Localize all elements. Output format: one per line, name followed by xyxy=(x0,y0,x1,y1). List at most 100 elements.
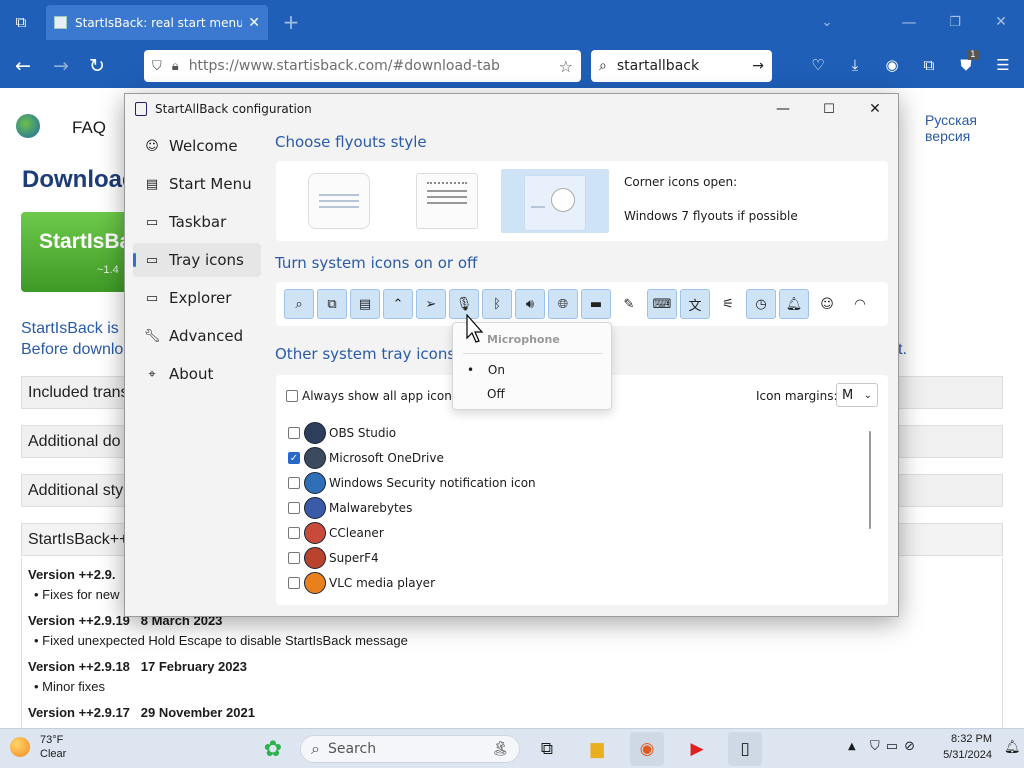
search-bar[interactable]: ⌕ startallback → xyxy=(591,50,772,82)
icon-margins-select[interactable]: M ⌄ xyxy=(836,383,878,407)
search-toggle-icon[interactable]: ⌕ xyxy=(284,289,314,319)
sidebar-item-about[interactable]: ⌖ About xyxy=(133,357,261,391)
extensions-icon[interactable]: ⧉ xyxy=(917,56,941,74)
sidebar-item-taskbar[interactable]: ▭ Taskbar xyxy=(133,205,261,239)
volume-toggle-icon[interactable]: 🔊︎ xyxy=(515,289,545,319)
file-explorer-icon[interactable]: ▆ xyxy=(580,732,614,766)
battery-toggle-icon[interactable]: ▬ xyxy=(581,289,611,319)
widgets-toggle-icon[interactable]: ▤ xyxy=(350,289,380,319)
list-item[interactable]: SuperF4 xyxy=(288,545,848,570)
location-toggle-icon[interactable]: ➢ xyxy=(416,289,446,319)
tab-overview-icon[interactable]: ⧉ xyxy=(6,7,36,37)
startallback-taskbar-icon[interactable]: ▯ xyxy=(728,732,762,766)
dialog-title-bar[interactable]: StartAllBack configuration — ☐ ✕ xyxy=(125,94,898,124)
bookmark-star-icon[interactable]: ☆ xyxy=(559,57,573,76)
start-button-icon[interactable]: ✿ xyxy=(256,732,290,766)
list-tabs-icon[interactable]: ⌄ xyxy=(812,7,842,37)
clock-date[interactable]: 5/31/2024 xyxy=(940,749,992,761)
minimize-icon[interactable]: — xyxy=(760,94,806,124)
flyout-style-win11[interactable] xyxy=(308,173,370,229)
always-show-checkbox[interactable] xyxy=(286,390,298,402)
list-item[interactable]: CCleaner xyxy=(288,520,848,545)
weather-moon-icon[interactable] xyxy=(10,737,30,757)
youtube-icon[interactable]: ▶ xyxy=(680,732,714,766)
sidebar-item-start-menu[interactable]: ▤ Start Menu xyxy=(133,167,261,201)
search-highlight-icon: 🏝︎ xyxy=(491,741,509,757)
url-bar[interactable]: ⛉ 🔒︎ https://www.startisback.com/#downlo… xyxy=(144,50,581,82)
back-icon[interactable]: ← xyxy=(8,51,38,81)
pen-toggle-icon[interactable]: ✎ xyxy=(614,289,644,319)
search-query[interactable]: startallback xyxy=(617,58,752,74)
flyout-style-win7-selected[interactable] xyxy=(501,169,609,233)
firefox-icon[interactable]: ◉ xyxy=(630,732,664,766)
browser-tab-active[interactable]: StartIsBack: real start menu for ✕ xyxy=(46,5,268,40)
flyout-style-win10[interactable] xyxy=(416,173,478,229)
security-tray-icon[interactable]: ⛉ xyxy=(870,739,880,754)
account-icon[interactable]: ◉ xyxy=(880,56,904,74)
lock-icon[interactable]: 🔒︎ xyxy=(172,59,179,74)
lang-link[interactable]: Русская версия xyxy=(925,112,1024,144)
reload-icon[interactable]: ↻ xyxy=(82,51,112,81)
app-checkbox[interactable] xyxy=(288,426,300,439)
new-tab-icon[interactable]: + xyxy=(276,7,306,37)
app-checkbox[interactable] xyxy=(288,551,300,564)
download-button[interactable]: StartIsBack ~1.4 xyxy=(21,212,155,292)
scrollbar-thumb[interactable] xyxy=(869,431,871,529)
close-browser-icon[interactable]: ✕ xyxy=(986,7,1016,37)
maximize-browser-icon[interactable]: ❐ xyxy=(940,7,970,37)
list-item[interactable]: Malwarebytes xyxy=(288,495,848,520)
language-toggle-icon[interactable]: 文 xyxy=(680,289,710,319)
chevron-up-toggle-icon[interactable]: ⌃ xyxy=(383,289,413,319)
intro-line-end: t. xyxy=(898,341,907,358)
site-logo-icon[interactable] xyxy=(16,114,40,138)
downloads-icon[interactable]: ⤓ xyxy=(843,56,867,74)
go-arrow-icon[interactable]: → xyxy=(752,58,764,74)
forward-icon[interactable]: → xyxy=(46,51,76,81)
minimize-browser-icon[interactable]: — xyxy=(894,7,924,37)
popup-option-off[interactable]: Off xyxy=(487,387,505,401)
eye-toggle-icon[interactable]: ◠ xyxy=(845,289,875,319)
url-text[interactable]: https://www.startisback.com/#download-ta… xyxy=(189,58,559,74)
app-checkbox[interactable]: ✓ xyxy=(288,451,300,464)
clock-time[interactable]: 8:32 PM xyxy=(946,733,992,745)
network-off-tray-icon[interactable]: ⊘ xyxy=(904,739,915,754)
keyboard-toggle-icon[interactable]: ⌨ xyxy=(647,289,677,319)
app-checkbox[interactable] xyxy=(288,526,300,539)
sidebar-item-advanced[interactable]: 🔧︎ Advanced xyxy=(133,319,261,353)
shield-icon[interactable]: ⛉ xyxy=(152,59,162,74)
list-item[interactable]: ✓ Microsoft OneDrive xyxy=(288,445,848,470)
chevron-up-icon[interactable]: ▲ xyxy=(848,741,856,752)
task-view-icon[interactable]: ⧉ xyxy=(530,732,564,766)
close-tab-icon[interactable]: ✕ xyxy=(248,15,260,31)
sidebar-item-welcome[interactable]: ☺ Welcome xyxy=(133,129,261,163)
app-checkbox[interactable] xyxy=(288,576,300,589)
notification-bell-icon[interactable]: 🔔︎ xyxy=(1004,740,1021,755)
display-tray-icon[interactable]: ▭ xyxy=(886,739,898,754)
sidebar-item-explorer[interactable]: ▭ Explorer xyxy=(133,281,261,315)
close-icon[interactable]: ✕ xyxy=(852,94,898,124)
notifications-toggle-icon[interactable]: 🔔︎ xyxy=(779,289,809,319)
nav-faq-link[interactable]: FAQ xyxy=(72,118,106,138)
list-item[interactable]: Windows Security notification icon xyxy=(288,470,848,495)
sidebar-item-tray-icons[interactable]: ▭ Tray icons xyxy=(133,243,261,277)
list-item[interactable]: OBS Studio xyxy=(288,420,848,445)
network-toggle-icon[interactable]: 🌐︎ xyxy=(548,289,578,319)
weather-text[interactable]: Clear xyxy=(40,748,66,760)
copilot-toggle-icon[interactable]: ☺ xyxy=(812,289,842,319)
weather-temp[interactable]: 73°F xyxy=(40,734,63,746)
always-show-row[interactable]: Always show all app icons xyxy=(286,389,458,403)
bluetooth-toggle-icon[interactable]: ᛒ xyxy=(482,289,512,319)
maximize-icon[interactable]: ☐ xyxy=(806,94,852,124)
list-item[interactable]: VLC media player xyxy=(288,570,848,595)
ublock-icon[interactable]: ⛊ 1 xyxy=(954,50,979,74)
task-view-toggle-icon[interactable]: ⧉ xyxy=(317,289,347,319)
pocket-icon[interactable]: ♡ xyxy=(806,56,830,74)
corner-value[interactable]: Windows 7 flyouts if possible xyxy=(624,209,798,223)
clock-toggle-icon[interactable]: ◷ xyxy=(746,289,776,319)
mixer-toggle-icon[interactable]: ⚟ xyxy=(713,289,743,319)
app-checkbox[interactable] xyxy=(288,476,300,489)
app-checkbox[interactable] xyxy=(288,501,300,514)
taskbar-search[interactable]: ⌕ Search 🏝︎ xyxy=(300,735,520,763)
popup-option-on[interactable]: • On xyxy=(467,363,505,377)
menu-icon[interactable]: ☰ xyxy=(991,56,1015,74)
